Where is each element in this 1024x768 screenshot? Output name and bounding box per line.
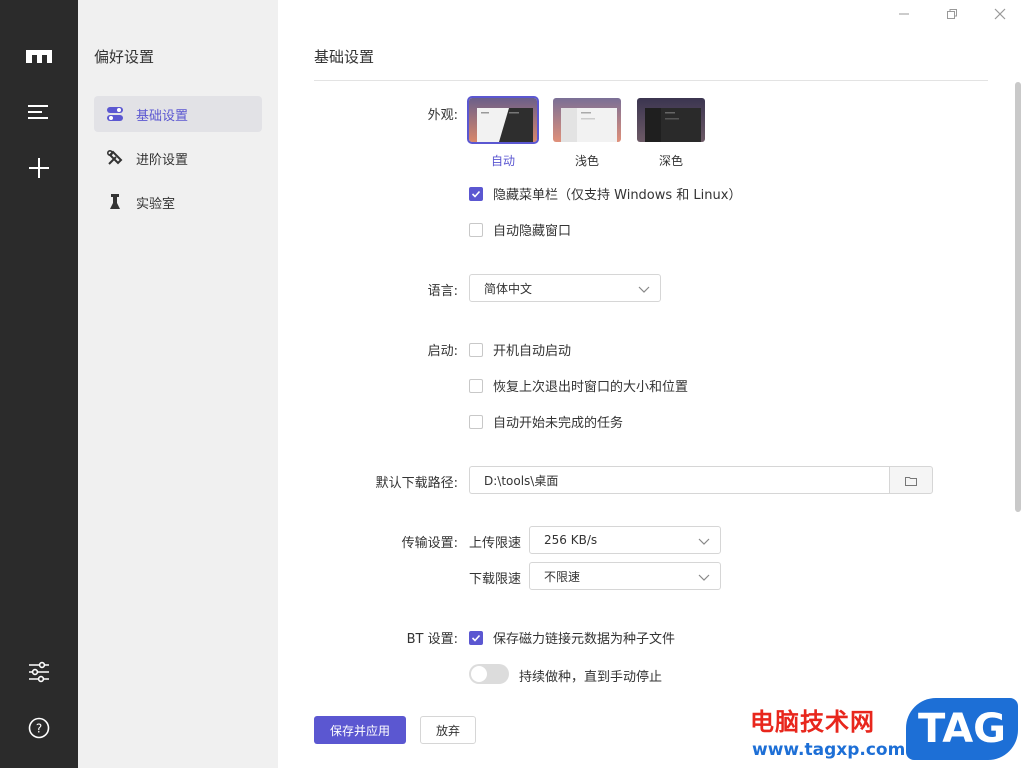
watermark-logo: TAG: [906, 698, 1018, 760]
chevron-down-icon: [698, 535, 710, 549]
settings-nav: 偏好设置 基础设置 进阶设置 实验室: [78, 0, 278, 768]
upload-limit-value: 256 KB/s: [544, 533, 598, 547]
theme-auto-label[interactable]: 自动: [469, 152, 537, 169]
hide-menubar-checkbox[interactable]: [469, 186, 483, 201]
upload-limit-select[interactable]: 256 KB/s: [529, 526, 721, 554]
app-logo-icon[interactable]: [0, 44, 78, 68]
autostart-checkbox[interactable]: [469, 342, 483, 357]
download-limit-select[interactable]: 不限速: [529, 562, 721, 590]
nav-item-label: 基础设置: [136, 108, 189, 124]
auto-hide-window-option[interactable]: 自动隐藏窗口: [469, 220, 571, 239]
resume-tasks-label: 自动开始未完成的任务: [493, 416, 624, 431]
nav-item-label: 实验室: [136, 196, 176, 212]
auto-hide-window-label: 自动隐藏窗口: [493, 224, 572, 239]
startup-option-autostart[interactable]: 开机自动启动: [469, 340, 571, 359]
save-magnet-option[interactable]: 保存磁力链接元数据为种子文件: [469, 628, 675, 647]
toggle-icon: [106, 105, 124, 123]
flask-icon: [106, 193, 124, 211]
title-divider: [314, 80, 988, 81]
chevron-down-icon: [638, 283, 650, 297]
download-path-input[interactable]: D:\tools\桌面: [469, 466, 890, 494]
theme-dark-label[interactable]: 深色: [637, 152, 705, 169]
nav-item-advanced[interactable]: 进阶设置: [94, 140, 262, 176]
theme-dark-preview[interactable]: [637, 98, 705, 142]
icon-rail: ?: [0, 0, 78, 768]
bt-label: BT 设置:: [406, 632, 458, 647]
watermark-text: 电脑技术网: [750, 708, 875, 736]
download-path-label: 默认下载路径:: [375, 476, 458, 491]
language-value: 简体中文: [484, 281, 533, 296]
nav-item-lab[interactable]: 实验室: [94, 184, 262, 220]
save-magnet-checkbox[interactable]: [469, 630, 483, 645]
theme-light-label[interactable]: 浅色: [553, 152, 621, 169]
autostart-label: 开机自动启动: [493, 344, 572, 359]
download-limit-label: 下载限速: [469, 572, 522, 587]
nav-title: 偏好设置: [94, 48, 155, 66]
watermark-url: www.tagxp.com: [752, 740, 906, 760]
upload-limit-label: 上传限速: [469, 536, 522, 551]
save-magnet-label: 保存磁力链接元数据为种子文件: [493, 632, 676, 647]
wrench-icon: [106, 149, 124, 167]
auto-hide-window-checkbox[interactable]: [469, 222, 483, 237]
menu-icon[interactable]: [0, 100, 78, 124]
theme-auto-preview[interactable]: [467, 96, 539, 144]
restore-window-label: 恢复上次退出时窗口的大小和位置: [493, 380, 689, 395]
toggle-knob: [471, 666, 487, 682]
startup-option-resume-tasks[interactable]: 自动开始未完成的任务: [469, 412, 623, 431]
nav-item-label: 进阶设置: [136, 152, 189, 168]
language-select[interactable]: 简体中文: [469, 274, 661, 302]
hide-menubar-option[interactable]: 隐藏菜单栏（仅支持 Windows 和 Linux）: [469, 184, 741, 203]
restore-window-checkbox[interactable]: [469, 378, 483, 393]
theme-light-preview[interactable]: [553, 98, 621, 142]
browse-folder-button[interactable]: [889, 466, 933, 494]
page-title: 基础设置: [314, 48, 375, 66]
close-icon[interactable]: [990, 4, 1010, 24]
appearance-label: 外观:: [427, 108, 458, 123]
startup-option-restore-window[interactable]: 恢复上次退出时窗口的大小和位置: [469, 376, 688, 395]
download-path-value: D:\tools\桌面: [484, 473, 559, 488]
discard-button[interactable]: 放弃: [420, 716, 476, 744]
scrollbar-thumb[interactable]: [1015, 82, 1021, 512]
sliders-icon[interactable]: [0, 660, 78, 684]
save-apply-button[interactable]: 保存并应用: [314, 716, 406, 744]
keep-seeding-label: 持续做种，直到手动停止: [519, 670, 663, 685]
maximize-icon[interactable]: [942, 4, 962, 24]
plus-icon[interactable]: [0, 156, 78, 180]
keep-seeding-toggle[interactable]: [469, 664, 509, 684]
hide-menubar-label: 隐藏菜单栏（仅支持 Windows 和 Linux）: [493, 188, 742, 203]
download-limit-value: 不限速: [544, 569, 581, 584]
transfer-label: 传输设置:: [401, 536, 458, 551]
minimize-icon[interactable]: [894, 4, 914, 24]
chevron-down-icon: [698, 571, 710, 585]
svg-text:?: ?: [36, 722, 42, 736]
folder-icon: [905, 471, 917, 490]
resume-tasks-checkbox[interactable]: [469, 414, 483, 429]
language-label: 语言:: [427, 284, 458, 299]
nav-item-basic[interactable]: 基础设置: [94, 96, 262, 132]
startup-label: 启动:: [427, 344, 458, 359]
help-icon[interactable]: ?: [0, 716, 78, 740]
